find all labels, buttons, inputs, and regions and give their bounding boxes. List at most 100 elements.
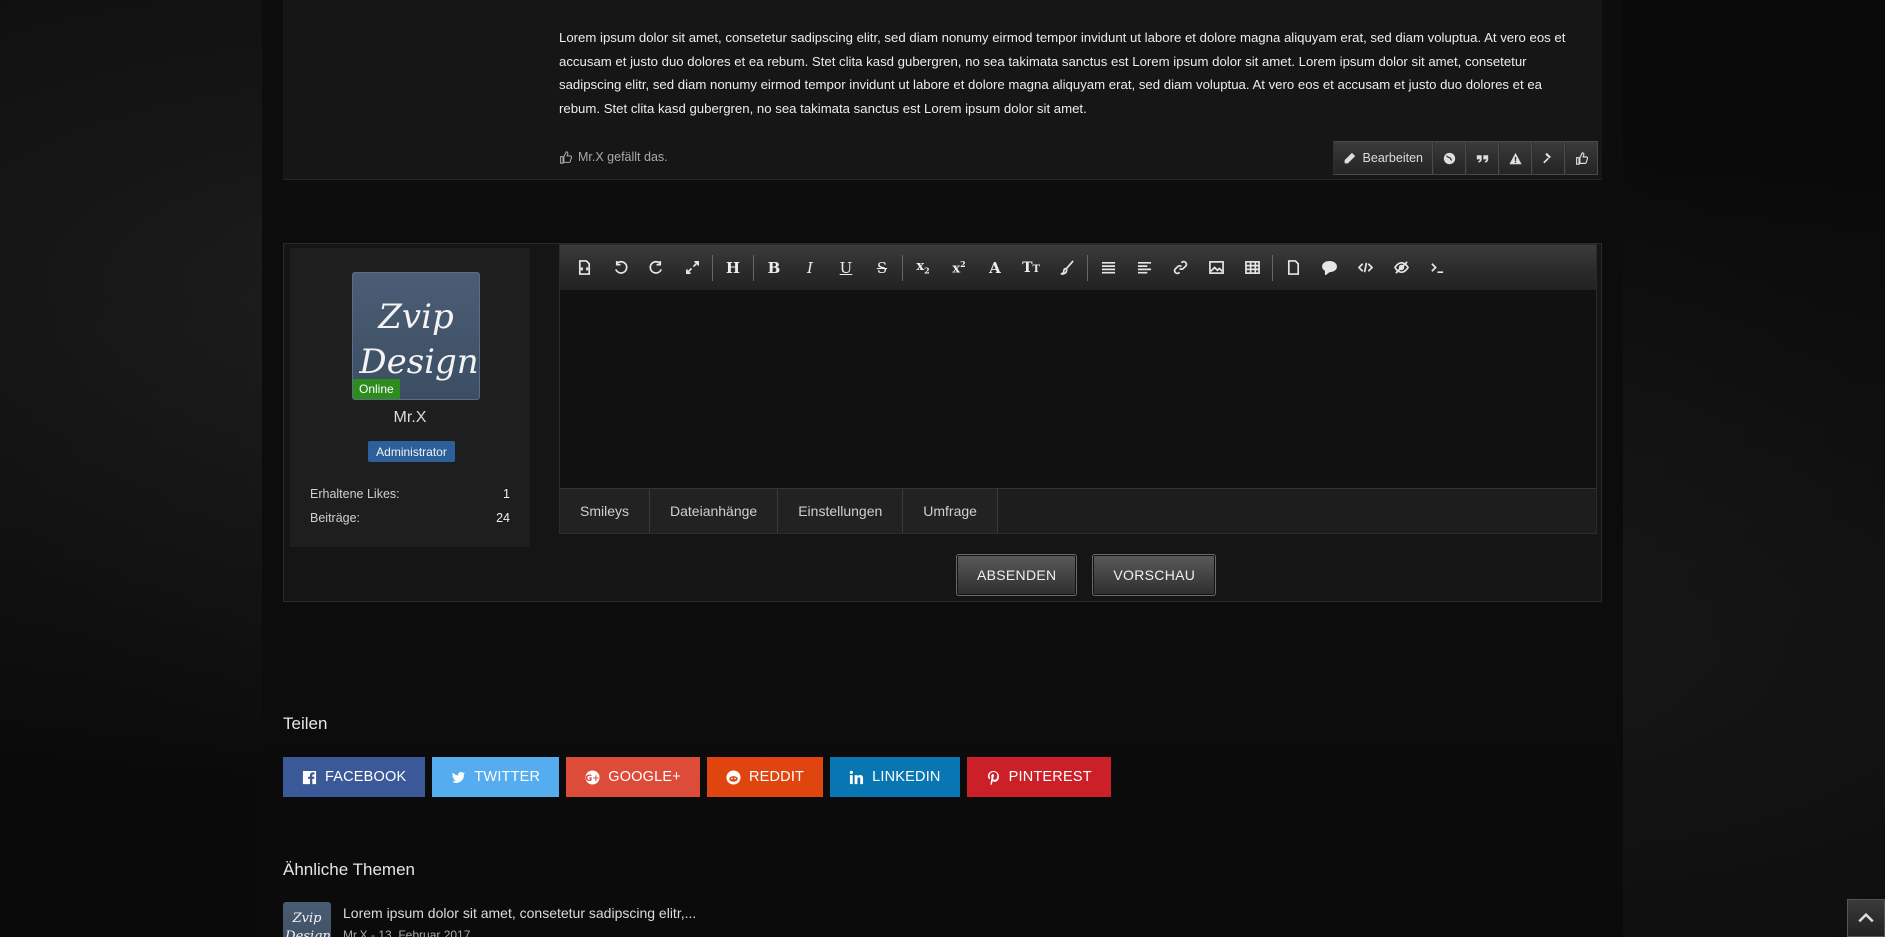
spoiler-icon[interactable] (1383, 250, 1419, 286)
source-code-toggle-icon[interactable] (566, 250, 602, 286)
share-reddit-label: REDDIT (748, 769, 805, 785)
share-pinterest-button[interactable]: PINTEREST (966, 757, 1111, 797)
svg-text:Design: Design (284, 929, 331, 937)
tab-poll[interactable]: Umfrage (903, 489, 998, 533)
toolbar-separator (1087, 254, 1088, 281)
avatar[interactable]: Zvip Design (283, 902, 331, 937)
quote-icon (1476, 154, 1489, 163)
share-twitter-button[interactable]: TWITTER (432, 757, 560, 797)
similar-topic-link[interactable]: Lorem ipsum dolor sit amet, consetetur s… (343, 905, 696, 921)
stat-received-likes: Erhaltene Likes: 1 (310, 487, 510, 501)
fullscreen-icon[interactable] (674, 250, 710, 286)
warning-icon (1509, 152, 1522, 164)
heading-icon[interactable]: H (715, 250, 751, 286)
italic-icon[interactable]: I (792, 250, 828, 286)
edit-button[interactable]: Bearbeiten (1332, 141, 1433, 175)
globe-button[interactable] (1433, 141, 1466, 175)
share-twitter-label: TWITTER (474, 769, 541, 785)
stat-label: Beiträge: (310, 511, 361, 525)
align-icon[interactable] (1126, 250, 1162, 286)
moderate-button[interactable] (1532, 141, 1565, 175)
gavel-icon (1543, 152, 1551, 163)
pinterest-icon (987, 770, 999, 785)
font-family-icon[interactable]: A (977, 250, 1013, 286)
table-icon[interactable] (1234, 250, 1270, 286)
terminal-icon[interactable] (1419, 250, 1455, 286)
superscript-icon[interactable]: x2 (941, 250, 977, 286)
username[interactable]: Mr.X (290, 409, 530, 427)
tab-settings[interactable]: Einstellungen (778, 489, 904, 533)
undo-icon[interactable] (602, 250, 638, 286)
user-sidebar: Zvip Design Online Mr.X Administrator Er… (290, 248, 530, 547)
share-facebook-label: FACEBOOK (325, 769, 407, 785)
similar-topics-title: Ähnliche Themen (283, 860, 415, 879)
submit-button[interactable]: ABSENDEN (956, 554, 1078, 596)
toolbar-separator (753, 254, 754, 281)
scroll-to-top-button[interactable] (1847, 899, 1885, 937)
svg-text:Zvip: Zvip (377, 297, 453, 337)
twitter-icon (452, 771, 466, 783)
editor-tabs: Smileys Dateianhänge Einstellungen Umfra… (560, 488, 1596, 533)
svg-text:Zvip: Zvip (292, 911, 323, 926)
quick-reply-form: Zvip Design Online Mr.X Administrator Er… (283, 243, 1602, 602)
editor-toolbar: H B I U S x2 x2 A TT (560, 245, 1596, 290)
image-icon[interactable] (1198, 250, 1234, 286)
share-section-title: Teilen (283, 714, 328, 733)
share-linkedin-label: LINKEDIN (872, 769, 941, 785)
preview-button[interactable]: VORSCHAU (1092, 554, 1217, 596)
strikethrough-icon[interactable]: S (864, 250, 900, 286)
toolbar-separator (712, 254, 713, 281)
underline-icon[interactable]: U (828, 250, 864, 286)
facebook-icon (302, 770, 317, 784)
bold-icon[interactable]: B (756, 250, 792, 286)
speech-bubble-icon[interactable] (1311, 250, 1347, 286)
text-color-icon[interactable] (1049, 250, 1085, 286)
likes-text: Mr.X gefällt das. (578, 150, 668, 164)
post-action-buttons: Bearbeiten (1332, 141, 1598, 175)
share-googleplus-button[interactable]: G+ GOOGLE+ (566, 757, 700, 797)
subscript-icon[interactable]: x2 (905, 250, 941, 286)
edit-button-label: Bearbeiten (1362, 151, 1423, 165)
list-icon[interactable] (1090, 250, 1126, 286)
chevron-up-icon (1858, 912, 1874, 923)
online-badge: Online (353, 379, 400, 399)
quote-button[interactable] (1466, 141, 1499, 175)
google-plus-icon: G+ (586, 769, 600, 785)
post-message: Lorem ipsum dolor sit amet, consetetur s… (559, 30, 1566, 116)
pencil-icon (1344, 152, 1355, 163)
redo-icon[interactable] (638, 250, 674, 286)
avatar-logo: Zvip Design (284, 911, 331, 937)
post-likes[interactable]: Mr.X gefällt das. (559, 150, 668, 164)
message-editor-area[interactable] (560, 290, 1596, 488)
code-icon[interactable] (1347, 250, 1383, 286)
link-icon[interactable] (1162, 250, 1198, 286)
share-pinterest-label: PINTEREST (1008, 769, 1092, 785)
user-role-badge: Administrator (368, 441, 455, 462)
svg-text:G+: G+ (586, 772, 600, 782)
similar-topic-meta: Mr.X - 13. Februar 2017 (343, 928, 471, 937)
page-icon[interactable] (1275, 250, 1311, 286)
like-button[interactable] (1565, 141, 1598, 175)
share-facebook-button[interactable]: FACEBOOK (283, 757, 426, 797)
stat-value: 24 (496, 511, 510, 525)
avatar[interactable]: Zvip Design Online (352, 272, 480, 400)
stat-label: Erhaltene Likes: (310, 487, 400, 501)
font-size-icon[interactable]: TT (1013, 250, 1049, 286)
globe-icon (1443, 152, 1456, 164)
stat-value: 1 (503, 487, 510, 501)
svg-text:Design: Design (358, 342, 478, 382)
list-item: Zvip Design Lorem ipsum dolor sit amet, … (283, 902, 883, 937)
toolbar-separator (1272, 254, 1273, 281)
share-buttons: FACEBOOK TWITTER G+ GOOGLE+ REDDIT LINKE… (283, 757, 1111, 797)
tab-smileys[interactable]: Smileys (560, 489, 651, 533)
thumbs-up-icon (560, 150, 572, 164)
reddit-icon (726, 769, 741, 785)
share-reddit-button[interactable]: REDDIT (706, 757, 824, 797)
wysiwyg-editor: H B I U S x2 x2 A TT Smileys Dateianhäng… (559, 244, 1597, 534)
share-linkedin-button[interactable]: LINKEDIN (830, 757, 960, 797)
stat-posts: Beiträge: 24 (310, 511, 510, 525)
report-button[interactable] (1499, 141, 1532, 175)
share-googleplus-label: GOOGLE+ (608, 769, 681, 785)
tab-attachments[interactable]: Dateianhänge (650, 489, 779, 533)
linkedin-icon (849, 770, 864, 784)
